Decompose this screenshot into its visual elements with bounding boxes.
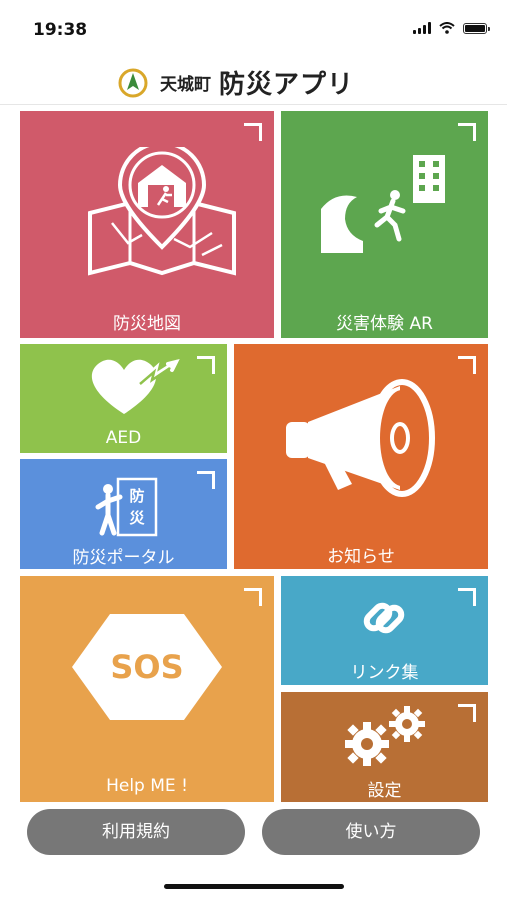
- expand-corner-icon: [458, 123, 476, 141]
- tile-label: お知らせ: [327, 547, 395, 567]
- terms-button[interactable]: 利用規約: [27, 809, 245, 855]
- battery-icon: [463, 22, 490, 34]
- signal-icon: [413, 22, 431, 34]
- tile-label: リンク集: [350, 663, 419, 683]
- home-indicator[interactable]: [164, 884, 344, 889]
- expand-corner-icon: [197, 356, 215, 374]
- link-icon: [363, 602, 405, 634]
- tile-label: AED: [105, 428, 142, 448]
- gears-icon: [345, 706, 425, 766]
- status-icons: [413, 22, 490, 34]
- expand-corner-icon: [244, 588, 262, 606]
- status-bar: 19:38: [0, 0, 507, 58]
- app-title: 防災アプリ: [219, 70, 355, 100]
- sos-icon: SOS: [72, 614, 222, 720]
- tile-saigai-ar[interactable]: 災害体験 AR: [281, 111, 488, 338]
- expand-corner-icon: [458, 356, 476, 374]
- portal-sign-text-2: 災: [129, 509, 145, 527]
- wifi-icon: [439, 22, 455, 34]
- expand-corner-icon: [197, 471, 215, 489]
- tile-settings[interactable]: 設定: [281, 692, 488, 802]
- evacuation-ar-icon: [321, 155, 445, 253]
- tile-label: 防災地図: [113, 314, 181, 334]
- sos-text: SOS: [110, 648, 183, 686]
- tile-bousai-map[interactable]: 防災地図: [20, 111, 274, 338]
- tile-label: 災害体験 AR: [336, 314, 433, 334]
- expand-corner-icon: [458, 588, 476, 606]
- logo-icon: [118, 68, 148, 97]
- tile-label: 防災ポータル: [72, 548, 175, 568]
- portal-icon: 防 災: [95, 477, 158, 537]
- expand-corner-icon: [458, 704, 476, 722]
- megaphone-icon: [286, 379, 435, 497]
- app-header: 天城町 防災アプリ: [0, 58, 507, 105]
- expand-corner-icon: [244, 123, 262, 141]
- status-time: 19:38: [33, 20, 88, 40]
- tile-help-me[interactable]: SOS Help ME !: [20, 576, 274, 802]
- town-name: 天城町: [160, 75, 211, 95]
- tile-oshirase[interactable]: お知らせ: [234, 344, 488, 569]
- portal-sign-text-1: 防: [129, 487, 144, 505]
- tile-label: Help ME !: [106, 776, 188, 796]
- aed-heart-icon: [91, 359, 180, 414]
- tile-aed[interactable]: AED: [20, 344, 227, 453]
- tile-links[interactable]: リンク集: [281, 576, 488, 685]
- tile-bousai-portal[interactable]: 防 災 防災ポータル: [20, 459, 227, 569]
- usage-button[interactable]: 使い方: [262, 809, 480, 855]
- map-icon: [88, 147, 236, 276]
- tile-label: 設定: [367, 781, 402, 801]
